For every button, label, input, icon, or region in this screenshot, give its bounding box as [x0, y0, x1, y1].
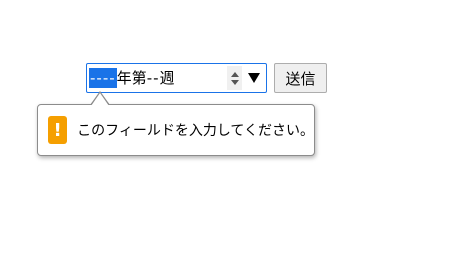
dropdown-arrow-icon — [248, 73, 260, 83]
week-segment[interactable]: -- — [147, 68, 160, 88]
week-suffix: 週 — [159, 69, 175, 87]
calendar-dropdown-button[interactable] — [247, 70, 261, 86]
warning-icon: ! — [48, 116, 68, 144]
validation-tooltip: ! このフィールドを入力してください。 — [37, 104, 315, 156]
spin-buttons[interactable] — [227, 66, 242, 90]
validation-message: このフィールドを入力してください。 — [77, 123, 314, 139]
week-input[interactable]: ---- 年 第 -- 週 — [86, 63, 267, 93]
spin-down-icon[interactable] — [230, 79, 239, 85]
page: ---- 年 第 -- 週 送信 ! このフィールドを入力してください。 — [0, 0, 474, 253]
week-prefix: 第 — [131, 69, 147, 87]
submit-button[interactable]: 送信 — [274, 63, 327, 93]
tooltip-pointer-fill — [91, 93, 109, 106]
year-segment[interactable]: ---- — [89, 68, 117, 88]
spin-up-icon[interactable] — [230, 71, 239, 77]
year-suffix: 年 — [116, 69, 132, 87]
